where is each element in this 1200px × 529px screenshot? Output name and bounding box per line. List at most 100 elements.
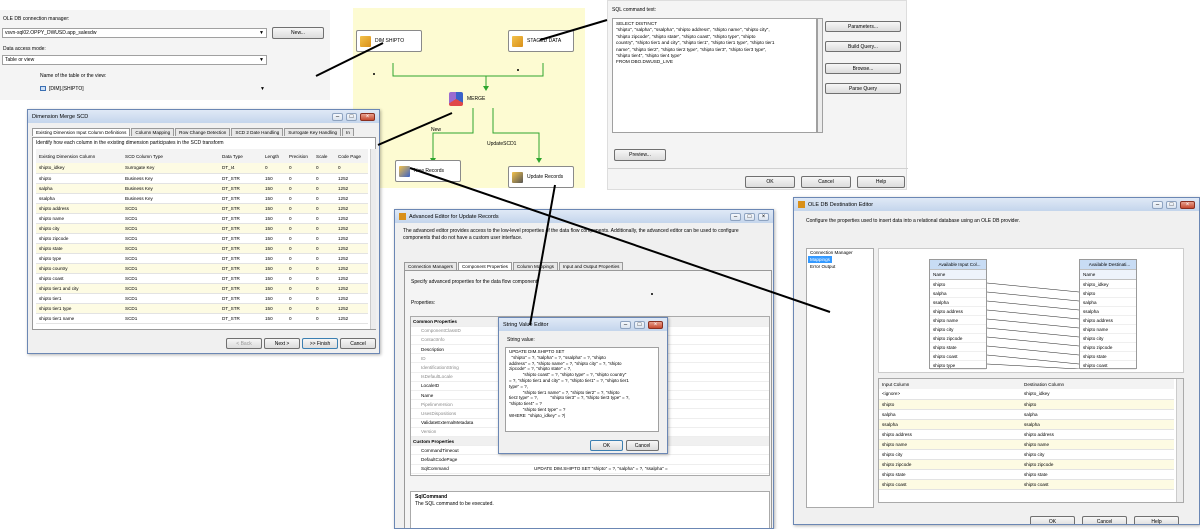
tab-existing-dimension[interactable]: Existing Dimension Input Column Definiti… [32, 128, 131, 136]
minimize-icon[interactable]: – [332, 112, 343, 121]
list-item[interactable]: ssalpha [930, 298, 986, 307]
list-item[interactable]: shipto coast [1080, 361, 1136, 370]
table-row[interactable]: shipto name SCD1 DT_STR 150 0 0 1252 [36, 213, 368, 224]
table-row[interactable]: shipto tier1 SCD1 DT_STR 150 0 0 1252 [36, 293, 368, 304]
list-item[interactable]: shipto zipcode [1080, 343, 1136, 352]
nav-mappings[interactable]: Mappings [808, 256, 832, 263]
list-item[interactable]: shipto_idkey [1080, 280, 1136, 289]
tab-row-change-detection[interactable]: Row Change Detection [175, 128, 231, 136]
maximize-icon[interactable]: □ [634, 320, 645, 329]
merge-transform[interactable]: MERGE [449, 90, 499, 108]
tab-column-mappings[interactable]: Column Mappings [512, 262, 558, 270]
dim-shipto-source[interactable]: DIM SHIPTO [356, 30, 422, 52]
column-header[interactable]: Length [262, 149, 286, 163]
table-row[interactable]: shipto type SCD1 DT_STR 150 0 0 1252 [36, 253, 368, 264]
list-item[interactable]: shipto city [930, 325, 986, 334]
list-item[interactable]: shipto [930, 280, 986, 289]
column-header[interactable]: SCD Column Type [122, 149, 219, 163]
list-item[interactable]: shipto coast [930, 352, 986, 361]
list-item[interactable]: shipto state [1080, 352, 1136, 361]
list-item[interactable]: salpha [930, 289, 986, 298]
parameters-button[interactable]: Parameters... [825, 21, 901, 32]
tab-connection-managers[interactable]: Connection Managers [404, 262, 457, 270]
mapping-grid[interactable]: Input Column Destination Column <ignore>… [878, 378, 1184, 503]
table-row[interactable]: shipto city SCD1 DT_STR 150 0 0 1252 [36, 223, 368, 234]
available-destination-columns[interactable]: Available Destinati... Name shipto_idkey… [1079, 259, 1137, 370]
nav-error-output[interactable]: Error Output [807, 263, 873, 270]
tab-scd2-date-handling[interactable]: SCD 2 Date Handling [231, 128, 284, 136]
table-row[interactable]: shipto zipcode SCD1 DT_STR 150 0 0 1252 [36, 233, 368, 244]
column-header[interactable]: Code Page [335, 149, 368, 163]
close-icon[interactable]: × [1180, 200, 1195, 209]
access-mode-select[interactable]: Table or view ▼ [2, 55, 267, 65]
ok-button[interactable]: OK [590, 440, 623, 451]
conn-manager-select[interactable]: vsvn-sql02.OPPY_DWUSD.app_salesdw ▼ [2, 28, 267, 38]
list-item[interactable]: shipto name [930, 316, 986, 325]
available-input-columns[interactable]: Available Input Col... Name shipto salpha… [929, 259, 987, 370]
table-row[interactable]: shipto tier1 type SCD1 DT_STR 150 0 0 1252 [36, 303, 368, 314]
cancel-button[interactable]: Cancel [626, 440, 659, 451]
cancel-button[interactable]: Cancel [801, 176, 851, 188]
sql-scrollbar[interactable] [817, 18, 823, 133]
column-header[interactable]: Input Column [879, 379, 1021, 389]
list-item[interactable]: shipto zipcode [930, 334, 986, 343]
table-row[interactable]: ssalpha Business Key DT_STR 150 0 0 1252 [36, 193, 368, 204]
table-row[interactable]: shipto Business Key DT_STR 150 0 0 1252 [36, 173, 368, 184]
list-item[interactable]: shipto name [1080, 325, 1136, 334]
new-connection-button[interactable]: New... [272, 27, 324, 39]
next-button[interactable]: Next > [264, 338, 300, 349]
list-item[interactable]: ssalpha [1080, 307, 1136, 316]
list-item[interactable]: shipto address [930, 307, 986, 316]
string-value-textarea[interactable]: UPDATE DIM.SHIPTO SET "shipto" = ?, "sal… [505, 347, 659, 432]
table-row[interactable]: shipto_idkey Surrogate Key DT_I4 0 0 0 0 [36, 163, 368, 174]
table-row[interactable]: shipto tier1 and city SCD1 DT_STR 150 0 0 1252 [36, 283, 368, 294]
cancel-button[interactable]: Cancel [340, 338, 376, 349]
tab-component-properties[interactable]: Component Properties [457, 262, 512, 270]
minimize-icon[interactable]: – [1152, 200, 1163, 209]
maximize-icon[interactable]: □ [744, 212, 755, 221]
sql-command-textarea[interactable]: SELECT DISTINCT "shipto", "salpha", "ssa… [612, 18, 817, 133]
new-records-destination[interactable]: New Records [395, 160, 461, 182]
column-header[interactable]: Scale [313, 149, 335, 163]
table-row[interactable]: salpha salpha [879, 409, 1174, 420]
close-icon[interactable]: × [648, 320, 663, 329]
build-query-button[interactable]: Build Query... [825, 41, 901, 52]
maximize-icon[interactable]: □ [346, 112, 357, 121]
finish-button[interactable]: >> Finish [302, 338, 338, 349]
update-records-command[interactable]: Update Records [508, 166, 574, 188]
table-row[interactable]: shipto address SCD1 DT_STR 150 0 0 1252 [36, 203, 368, 214]
list-item[interactable]: shipto state [930, 343, 986, 352]
preview-button[interactable]: Preview... [614, 149, 666, 161]
column-header[interactable]: Data Type [219, 149, 262, 163]
tab-in[interactable]: In [342, 128, 354, 136]
table-row[interactable]: shipto name shipto name [879, 439, 1174, 450]
close-icon[interactable]: × [360, 112, 375, 121]
help-button[interactable]: Help [857, 176, 905, 188]
scd-grid-scrollbar[interactable] [370, 149, 376, 329]
table-row[interactable]: shipto state shipto state [879, 469, 1174, 480]
table-row[interactable]: ssalpha ssalpha [879, 419, 1174, 430]
parse-query-button[interactable]: Parse Query [825, 83, 901, 94]
table-row[interactable]: shipto state SCD1 DT_STR 150 0 0 1252 [36, 243, 368, 254]
list-item[interactable]: shipto address [1080, 316, 1136, 325]
column-header[interactable]: Existing Dimension Column [36, 149, 122, 163]
table-row[interactable]: shipto coast SCD1 DT_STR 150 0 0 1252 [36, 273, 368, 284]
maximize-icon[interactable]: □ [1166, 200, 1177, 209]
minimize-icon[interactable]: – [620, 320, 631, 329]
property-row[interactable]: DefaultCodePage [411, 454, 769, 465]
table-row[interactable]: shipto city shipto city [879, 449, 1174, 460]
ok-button[interactable]: OK [745, 176, 795, 188]
list-item[interactable]: shipto type [930, 361, 986, 370]
ok-button[interactable]: OK [1030, 516, 1075, 524]
data-flow-canvas[interactable]: DIM SHIPTO STAGED DATA MERGE New UpdateS… [353, 8, 585, 188]
back-button[interactable]: < Back [226, 338, 262, 349]
tab-surrogate-key-handling[interactable]: Surrogate Key Handling [284, 128, 342, 136]
column-header[interactable]: Destination Column [1021, 379, 1174, 389]
browse-button[interactable]: Browse... [825, 63, 901, 74]
table-row[interactable]: shipto address shipto address [879, 429, 1174, 440]
minimize-icon[interactable]: – [730, 212, 741, 221]
list-item[interactable]: salpha [1080, 298, 1136, 307]
property-row[interactable]: SqlCommand UPDATE DIM.SHIPTO SET "shipto"… [411, 464, 769, 474]
table-name-select[interactable]: [DIM].[SHIPTO] ▼ [38, 85, 267, 95]
table-row[interactable]: shipto tier1 name SCD1 DT_STR 150 0 0 1252 [36, 313, 368, 324]
